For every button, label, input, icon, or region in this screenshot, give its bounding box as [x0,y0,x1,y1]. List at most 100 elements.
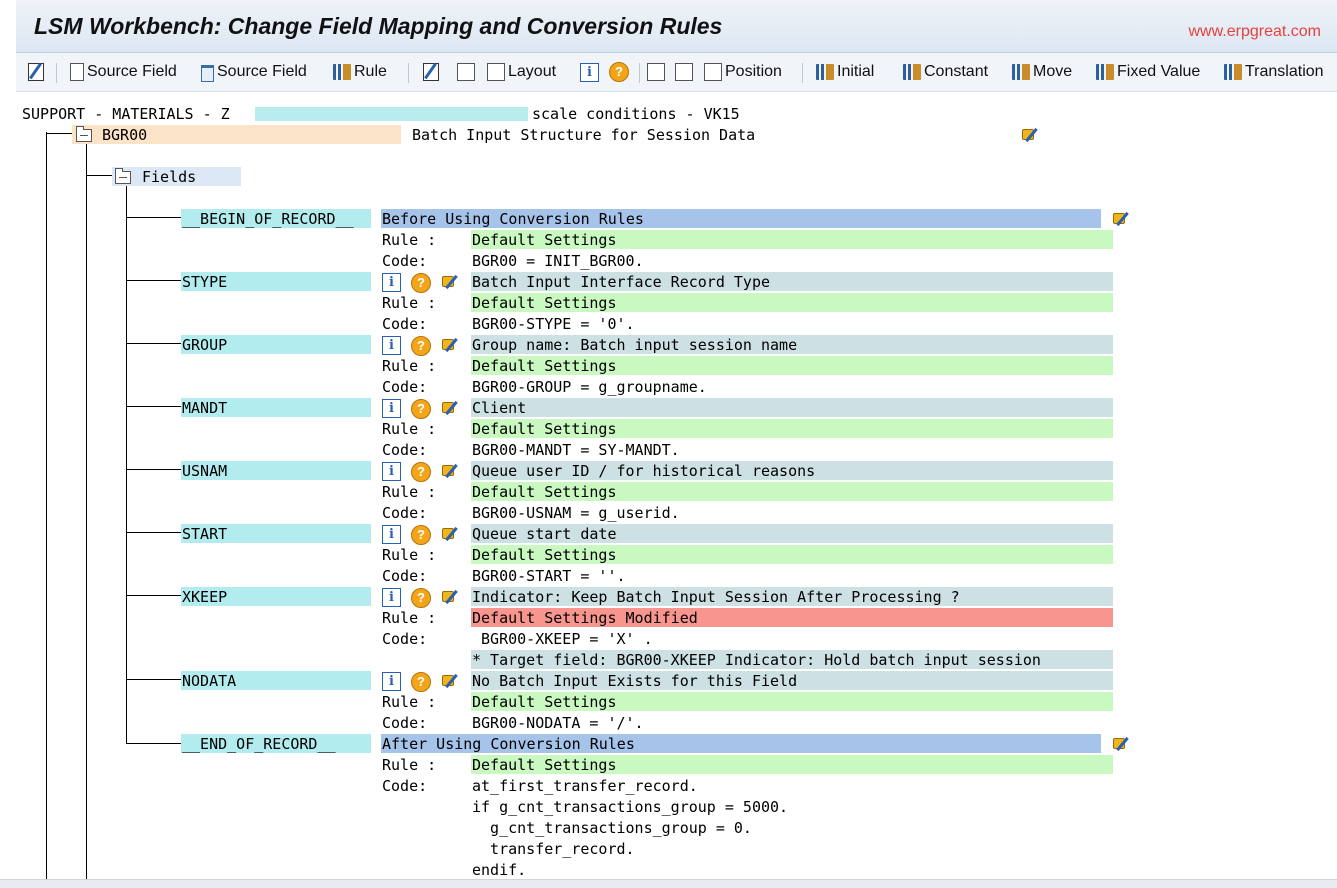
layout-label: Layout [508,63,557,80]
field-name: USNAM [182,462,228,480]
field-desc-bar [471,398,1113,417]
help-icon[interactable]: ? [411,336,431,356]
display-change-button[interactable] [28,61,47,83]
field-description: Group name: Batch input session name [472,336,798,354]
rule-label: Rule [354,63,387,80]
help-icon[interactable]: ? [411,588,431,608]
wrench-icon[interactable] [441,587,459,605]
title-bar: LSM Workbench: Change Field Mapping and … [16,0,1337,53]
info-button[interactable]: i [580,61,602,83]
help-icon[interactable]: ? [411,462,431,482]
expand-button[interactable] [647,61,668,83]
mapping-icon [1096,64,1114,80]
info-icon[interactable]: i [382,462,401,481]
tree-line [126,184,127,744]
help-icon[interactable]: ? [411,672,431,692]
help-button[interactable]: ? [609,61,632,83]
help-icon: ? [609,62,629,82]
wrench-icon[interactable] [441,461,459,479]
field-name: STYPE [182,273,228,291]
end-record-description: After Using Conversion Rules [382,735,635,753]
info-icon[interactable]: i [382,399,401,418]
tree-line [126,469,182,470]
code-label: Code: [382,504,428,522]
initial-button[interactable]: Initial [816,61,874,83]
field-description: Queue user ID / for historical reasons [472,462,816,480]
code-label: Code: [382,441,428,459]
collapse-button[interactable] [675,61,696,83]
field-name: MANDT [182,399,228,417]
tree-line [46,132,47,887]
hierarchy-icon [457,63,475,81]
tree-line [126,217,182,218]
end-record-code-line: at_first_transfer_record. [472,777,698,795]
field-rule: Default Settings [472,420,617,438]
move-button[interactable]: Move [1012,61,1072,83]
begin-record-code: BGR00 = INIT_BGR00. [472,252,644,270]
tree-line [126,679,182,680]
fixed-value-label: Fixed Value [1117,63,1201,80]
help-icon[interactable]: ? [411,525,431,545]
help-icon[interactable]: ? [411,273,431,293]
end-record-code-line: endif. [472,861,527,879]
fixed-value-button[interactable]: Fixed Value [1096,61,1200,83]
rule-button[interactable]: Rule [333,61,387,83]
wrench-icon[interactable] [441,272,459,290]
rule-label: Rule : [382,420,437,438]
info-icon[interactable]: i [382,336,401,355]
wrench-icon[interactable] [1112,734,1130,752]
help-icon[interactable]: ? [411,399,431,419]
toolbar-separator [639,63,640,83]
translation-button[interactable]: Translation [1224,61,1324,83]
code-label: Code: [382,630,428,648]
field-description: Queue start date [472,525,617,543]
tree-line [126,532,182,533]
end-record-code-line: transfer_record. [472,840,635,858]
field-code: BGR00-GROUP = g_groupname. [472,378,707,396]
layout-button[interactable]: Layout [487,61,556,83]
field-description: Batch Input Interface Record Type [472,273,771,291]
wrench-icon[interactable] [441,335,459,353]
info-icon[interactable]: i [382,672,401,691]
field-rule: Default Settings [472,483,617,501]
rule-label: Rule : [382,483,437,501]
end-record-name: __END_OF_RECORD__ [182,735,336,753]
tree-line [126,595,182,596]
edit-button[interactable] [423,61,442,83]
rule-label: Rule : [382,294,437,312]
end-record-code-line: g_cnt_transactions_group = 0. [472,819,752,837]
watermark: www.erpgreat.com [1188,23,1322,40]
fields-node-label: Fields [142,168,197,186]
wrench-icon[interactable] [1112,209,1130,227]
source-field-delete-button[interactable]: Source Field [201,61,307,83]
position-label: Position [725,63,782,80]
tree-line [126,406,182,407]
source-field-create-button[interactable]: Source Field [70,61,177,83]
wrench-icon[interactable] [441,398,459,416]
tree-line [86,142,87,887]
folder-icon [115,168,131,184]
root-node-prefix[interactable]: SUPPORT - MATERIALS - Z [22,104,230,124]
constant-button[interactable]: Constant [903,61,988,83]
trash-icon [201,64,214,82]
wrench-icon[interactable] [441,524,459,542]
wrench-icon[interactable] [441,671,459,689]
code-label: Code: [382,315,428,333]
field-rule: Default Settings [472,357,617,375]
redacted-text [255,107,528,121]
hierarchy-button[interactable] [457,61,478,83]
field-code: BGR00-START = ''. [472,567,626,585]
position-button[interactable]: Position [704,61,782,83]
end-record-rule: Default Settings [472,756,617,774]
code-label: Code: [382,252,428,270]
field-code-comment: * Target field: BGR00-XKEEP Indicator: H… [472,651,1041,669]
info-icon[interactable]: i [382,525,401,544]
code-label: Code: [382,714,428,732]
field-rule: Default Settings Modified [472,609,698,627]
expand-icon [647,63,665,81]
info-icon[interactable]: i [382,273,401,292]
layout-icon [487,63,505,81]
rule-label: Rule : [382,609,437,627]
info-icon[interactable]: i [382,588,401,607]
wrench-icon[interactable] [1021,125,1039,143]
